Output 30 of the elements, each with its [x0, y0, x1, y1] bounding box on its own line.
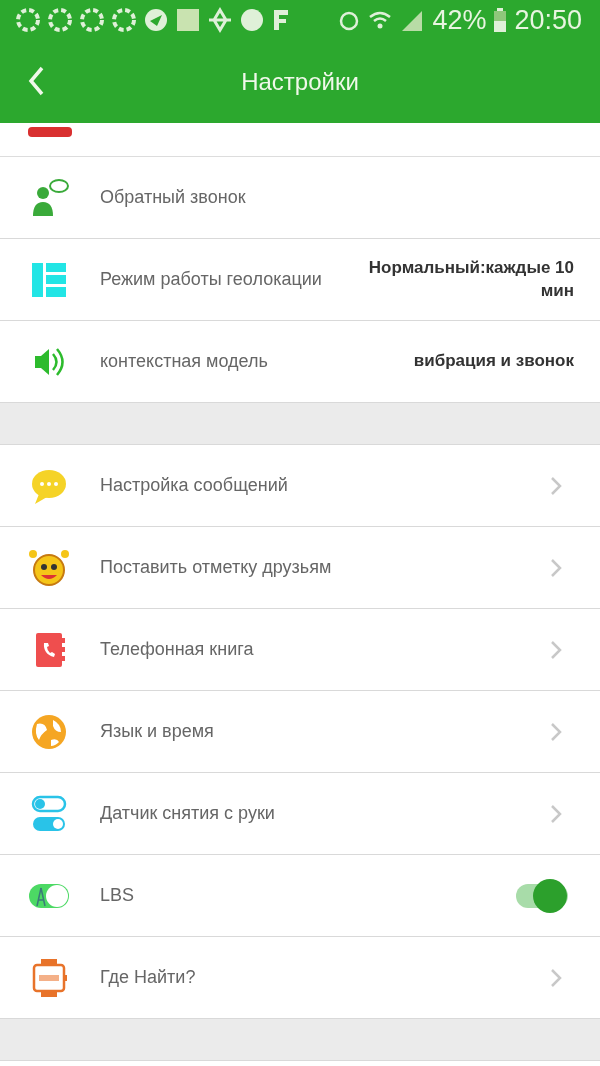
aperture-icon [16, 7, 40, 33]
chevron-icon [550, 639, 562, 660]
clock-time: 20:50 [514, 4, 582, 36]
aperture-icon [112, 7, 136, 33]
chevron-icon [550, 803, 562, 824]
screen-title: Настройки [241, 67, 359, 96]
setting-label: Где Найти? [100, 967, 197, 988]
chevron-icon [550, 721, 562, 742]
chevron-icon [550, 967, 562, 988]
chevron-icon [550, 475, 562, 496]
setting-label: Обратный звонок [100, 187, 247, 208]
chevron-icon [550, 557, 562, 578]
setting-value: вибрация и звонок [413, 350, 574, 373]
setting-label: Датчик снятия с руки [100, 803, 276, 824]
setting-label: Настройка сообщений [100, 475, 289, 496]
setting-label: Телефонная книга [100, 639, 255, 660]
setting-label: Режим работы геолокации [100, 269, 323, 290]
pinwheel-icon [208, 7, 232, 33]
battery-percent: 42% [432, 4, 487, 36]
battery-icon [494, 8, 507, 32]
aperture-icon [48, 7, 72, 33]
setting-label: LBS [100, 885, 136, 906]
flipboard-icon [272, 7, 290, 33]
setting-label: Язык и время [100, 721, 215, 742]
navigation-icon [144, 7, 168, 33]
aperture-icon [80, 7, 104, 33]
setting-value: Нормальный:каждые 10 мин [367, 257, 574, 302]
back-icon [28, 66, 44, 96]
setting-label: контекстная модель [100, 351, 269, 372]
setting-label: Поставить отметку друзьям [100, 557, 333, 578]
